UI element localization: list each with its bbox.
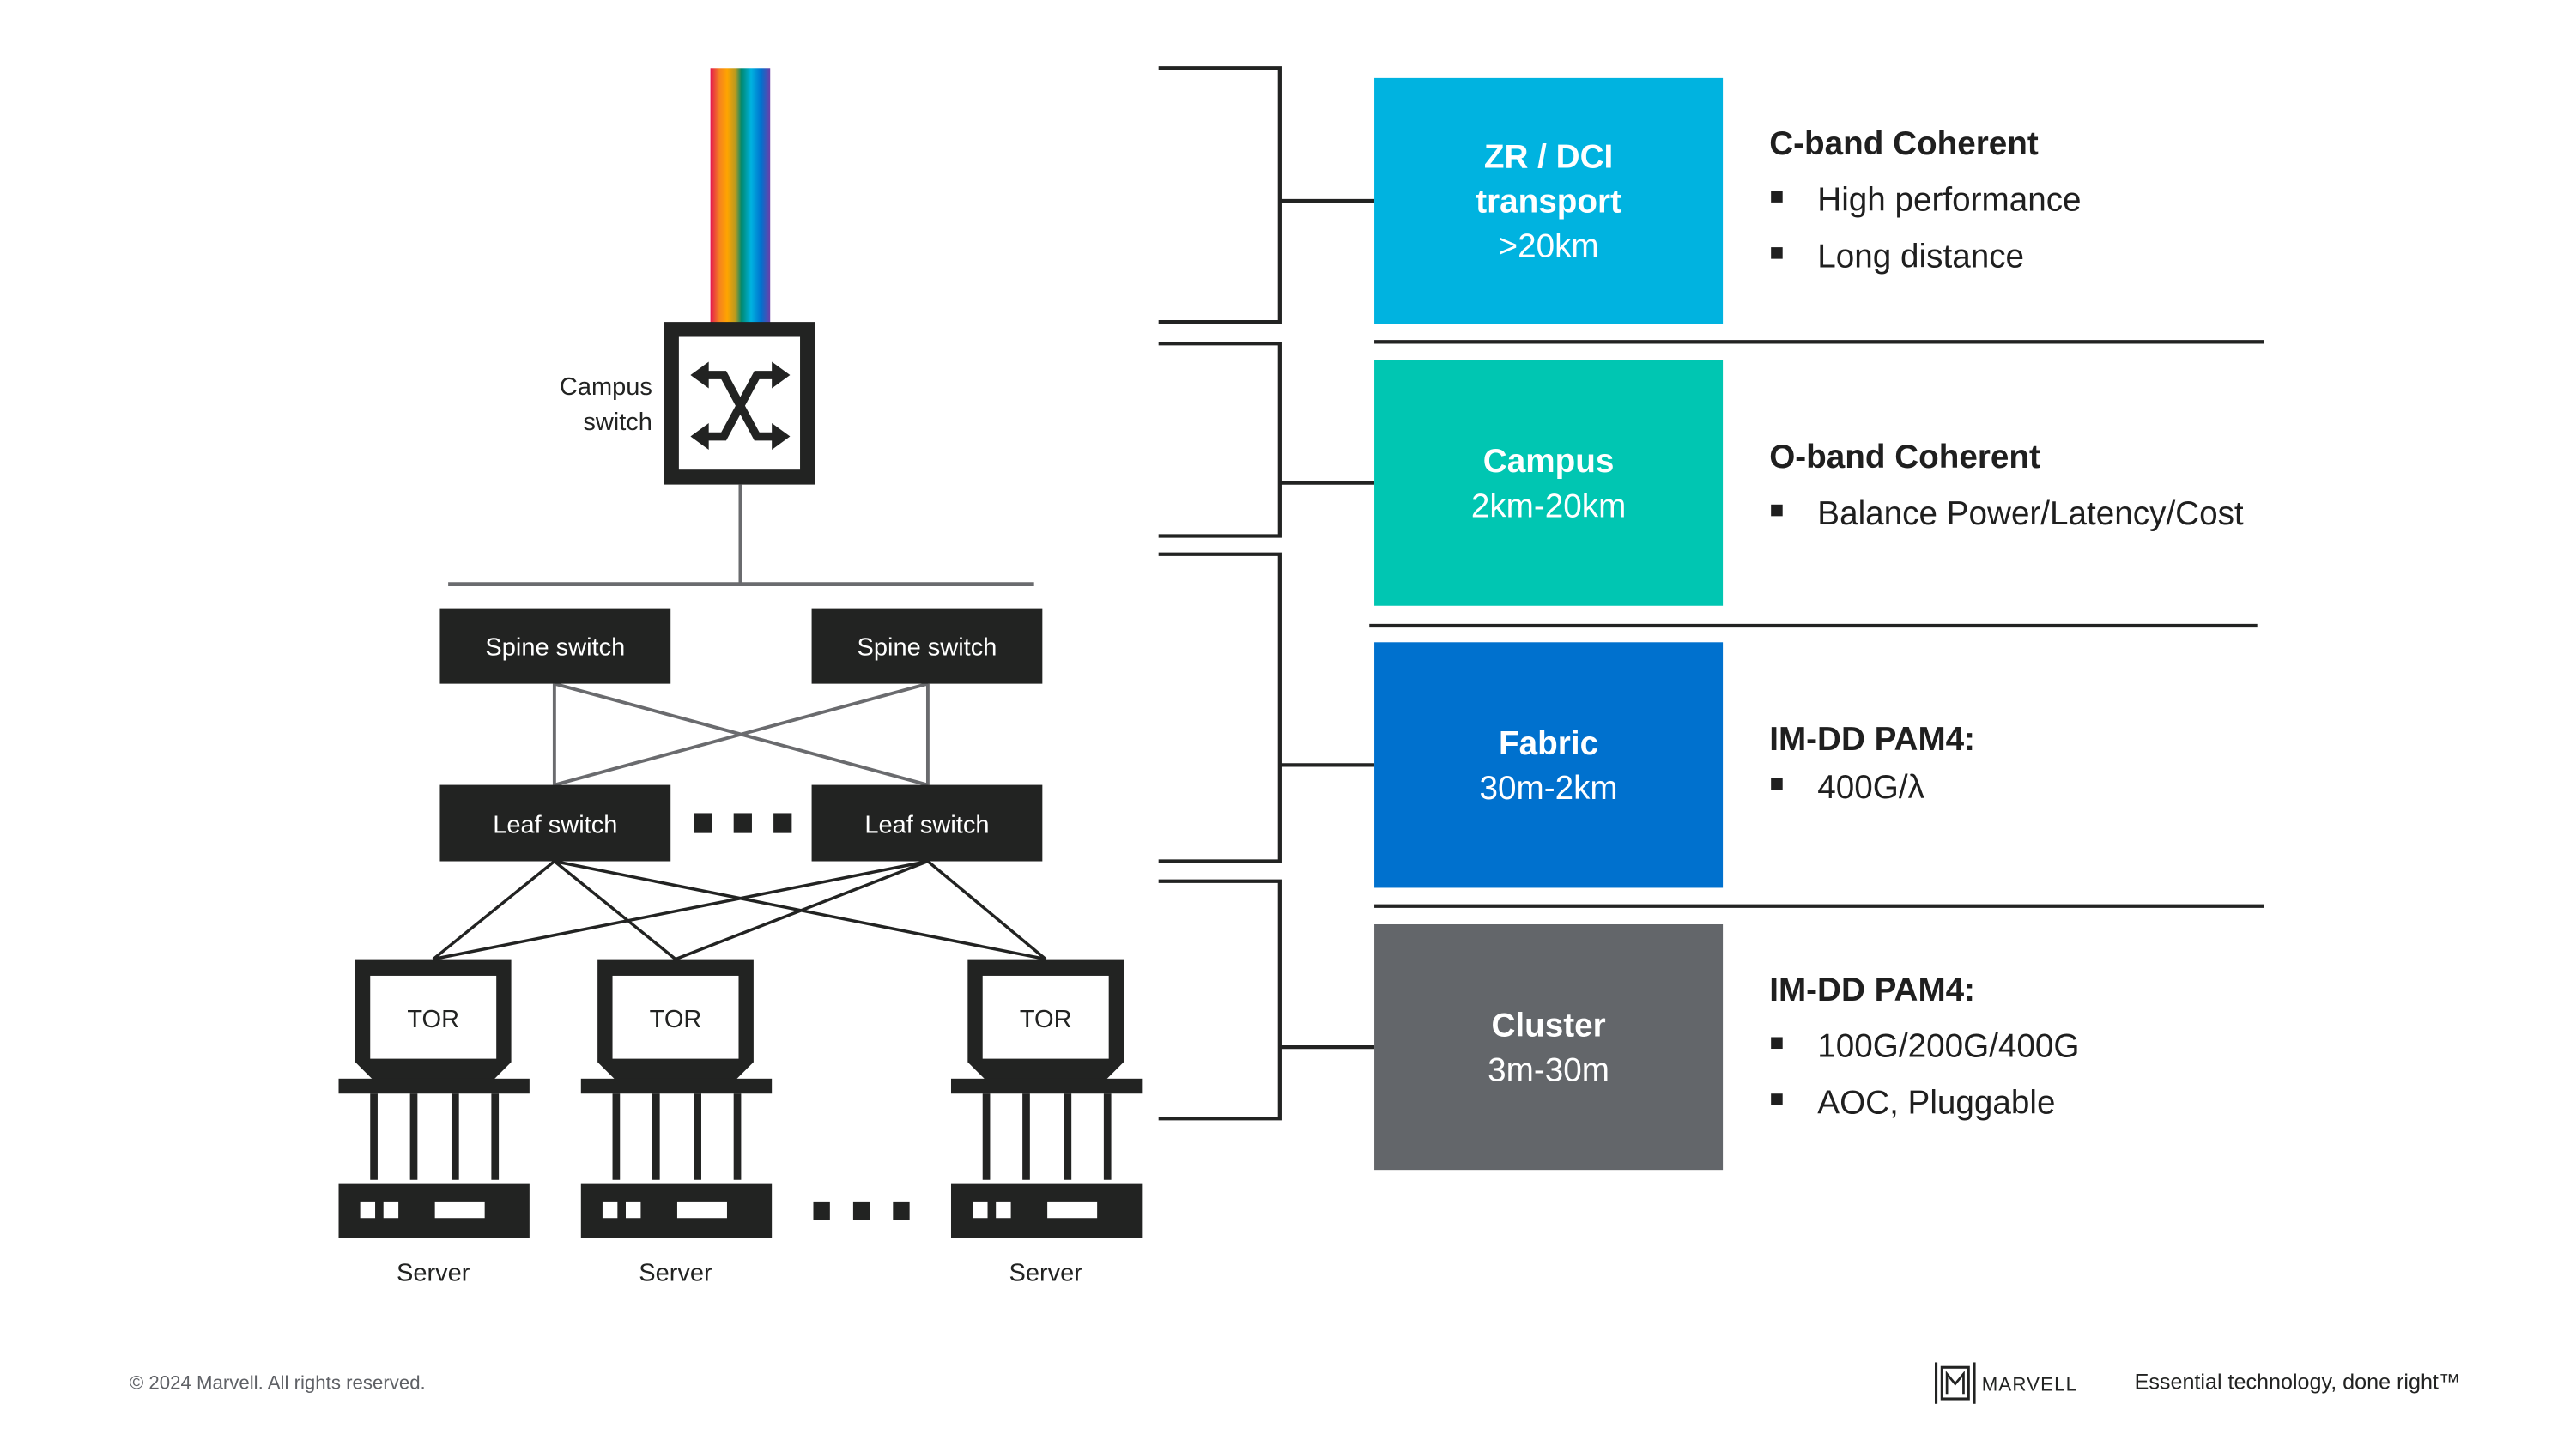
spine-switch-2: Spine switch [811,608,1043,684]
rack: TOR Server [950,959,1143,1287]
marvell-logo: MARVELL [1935,1362,2077,1404]
tier-title: Fabric [1499,725,1598,762]
leaf-switch-2: Leaf switch [811,784,1043,862]
tier-bracket [1158,552,1375,863]
campus-switch-label-2: switch [583,409,652,436]
tier-bracket [1158,342,1375,538]
server-icon [950,1183,1143,1238]
leaf-switch-label: Leaf switch [864,812,989,839]
tor-label: TOR [650,1006,702,1033]
ellipsis-dots-server [813,1201,910,1220]
server-cables [370,1093,500,1180]
tier-range: 30m-2km [1480,770,1618,807]
tier-campus: Campus 2km-20km O-band Coherent Balance Pow… [1374,360,2244,606]
tier-title: transport [1476,183,1621,220]
leaf-tor-links [432,859,1047,961]
ellipsis-dots-leaf [694,813,792,833]
campus-switch-label-1: Campus [560,373,652,401]
tier-heading: C-band Coherent [1769,125,2039,162]
bullet-marker-icon [1771,1093,1783,1105]
tier-bracket [1158,66,1375,324]
tier-bullet: Balance Power/Latency/Cost [1817,495,2244,532]
tier-bullet: AOC, Pluggable [1817,1084,2055,1121]
spine-switch-1: Spine switch [439,608,671,684]
server-icon [338,1183,530,1238]
marvell-logo-icon [1935,1362,1976,1404]
bullet-marker-icon [1771,191,1783,203]
server-cables [982,1093,1112,1180]
tier-range: 2km-20km [1471,487,1626,524]
spine-switch-label: Spine switch [485,634,625,662]
tor-shelf [338,1078,530,1094]
tier-bracket [1158,879,1375,1121]
campus-switch [664,322,815,485]
tier-heading: IM-DD PAM4: [1769,721,1975,758]
tier-bullet: Long distance [1817,238,2024,275]
slide: Campus switch Spine switch Spine switch … [0,0,2576,1449]
tier-cluster: Cluster 3m-30m IM-DD PAM4: 100G/200G/400G AO… [1374,923,2079,1171]
server-label: Server [397,1260,470,1287]
server-icon [580,1183,773,1238]
tor-shelf [950,1078,1143,1094]
leaf-switch-label: Leaf switch [493,812,617,839]
tor-switch-icon: TOR [355,959,512,1093]
tier-bullet: 100G/200G/400G [1817,1028,2079,1065]
copyright: © 2024 Marvell. All rights reserved. [130,1371,426,1393]
tier-title: Cluster [1491,1008,1605,1044]
tier-bullet: 400G/λ [1817,769,1924,806]
tier-box [1374,360,1724,606]
tor-shelf [580,1078,773,1094]
rack: TOR Server [580,959,773,1287]
tor-label: TOR [1020,1006,1072,1033]
spine-switch-label: Spine switch [858,634,997,662]
tier-heading: O-band Coherent [1769,439,2040,475]
tor-label: TOR [407,1006,459,1033]
tier-title: Campus [1483,443,1615,480]
tier-range: 3m-30m [1488,1052,1609,1089]
tier-bullet: High performance [1817,182,2081,219]
tier-brackets [1158,66,1375,1121]
bullet-marker-icon [1771,247,1783,259]
network-diagram-slide: Campus switch Spine switch Spine switch … [130,66,2460,1404]
bullet-marker-icon [1771,504,1783,517]
server-cables [612,1093,742,1180]
server-label: Server [639,1260,712,1287]
tor-switch-icon: TOR [967,959,1124,1093]
tier-heading: IM-DD PAM4: [1769,972,1975,1008]
tier-box [1374,923,1724,1171]
tier-range: >20km [1499,228,1599,265]
tier-title: ZR / DCI [1484,138,1613,175]
server-label: Server [1009,1260,1082,1287]
tagline: Essential technology, done right™ [2135,1370,2460,1394]
tor-switch-icon: TOR [597,959,754,1093]
racks: TOR Server TOR Server TOR Server [338,959,1143,1287]
tier-box [1374,642,1724,888]
tier-zr-dci: ZR / DCI transport >20km C-band Coherent Hig… [1374,77,2082,324]
rainbow-fiber-icon [710,68,771,324]
bullet-marker-icon [1771,778,1783,790]
marvell-wordmark: MARVELL [1982,1373,2077,1395]
leaf-switch-1: Leaf switch [439,784,671,862]
rack: TOR Server [338,959,530,1287]
spine-leaf-links [552,681,930,787]
tier-fabric: Fabric 30m-2km IM-DD PAM4: 400G/λ [1374,642,1975,888]
bullet-marker-icon [1771,1037,1783,1050]
